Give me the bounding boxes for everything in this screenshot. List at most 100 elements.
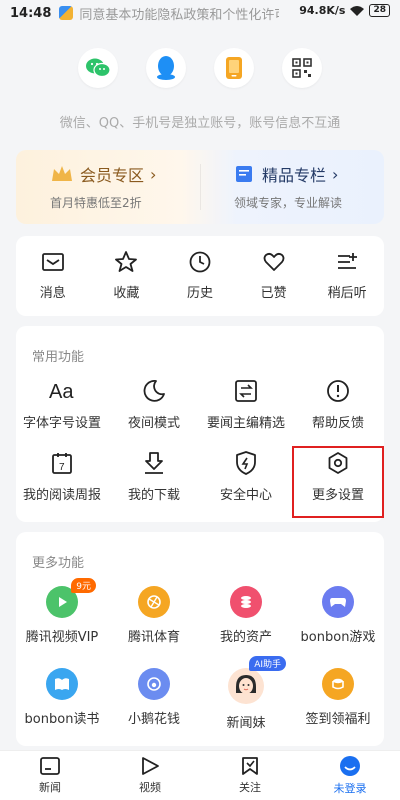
- section-title: 更多功能: [32, 556, 85, 571]
- grid-item-label: 更多设置: [311, 488, 364, 503]
- editor-picks[interactable]: 要闻主编精选: [200, 374, 292, 446]
- quick-item-message[interactable]: 消息: [21, 250, 85, 301]
- alert-icon: [327, 380, 349, 402]
- qrcode-icon: [292, 58, 312, 78]
- premium-column-subtitle: 领域专家，专业解读: [234, 196, 343, 210]
- section-title: 常用功能: [32, 350, 85, 365]
- grid-item-label: 我的下载: [127, 488, 180, 503]
- status-bar: 14:48 同意基本功能隐私政策和个性化许可协议 94.8K/s 28: [0, 0, 400, 26]
- tab-video[interactable]: 视频: [100, 751, 200, 800]
- tab-label: 视频: [139, 781, 161, 794]
- sports-icon: [138, 586, 170, 618]
- gift-coins-icon: [322, 668, 354, 700]
- shield-icon: [236, 451, 256, 475]
- qq-login-button[interactable]: [146, 48, 186, 88]
- network-speed: 94.8K/s: [299, 4, 346, 17]
- login-hint-text: 微信、QQ、手机号是独立账号，账号信息不互通: [59, 116, 341, 131]
- message-icon: [41, 253, 64, 271]
- grid-item-label: bonbon游戏: [300, 630, 376, 645]
- my-assets[interactable]: 我的资产: [200, 582, 292, 654]
- calendar-icon: 7: [52, 453, 72, 474]
- premium-column-entry[interactable]: 精品专栏 › 领域专家，专业解读: [200, 150, 384, 224]
- status-time: 14:48: [10, 5, 52, 21]
- qrcode-login-button[interactable]: [282, 48, 322, 88]
- font-icon: Aa: [49, 381, 74, 403]
- user-icon: [340, 756, 360, 776]
- tab-label: 新闻: [39, 781, 61, 794]
- app-notification-icon: [59, 6, 74, 20]
- crown-icon: [52, 166, 72, 181]
- common-functions-card: 常用功能 Aa 字体字号设置 夜间模式 要闻主编精选 帮助反馈 7 我的阅读周报…: [16, 326, 384, 522]
- more-settings[interactable]: 更多设置: [292, 446, 384, 518]
- login-methods: [0, 48, 400, 88]
- quick-item-listen-later[interactable]: 稍后听: [315, 250, 379, 301]
- grid-item-label: 小鹅花钱: [127, 712, 180, 727]
- status-notification-text: 同意基本功能隐私政策和个性化许可协议: [79, 7, 279, 23]
- my-downloads[interactable]: 我的下载: [108, 446, 200, 518]
- wechat-login-button[interactable]: [78, 48, 118, 88]
- heart-icon: [263, 252, 284, 271]
- help-feedback[interactable]: 帮助反馈: [292, 374, 384, 446]
- quick-item-liked[interactable]: 已赞: [242, 250, 306, 301]
- chevron-right-icon: ›: [332, 164, 339, 184]
- phone-icon: [226, 57, 242, 79]
- svg-text:Aa: Aa: [49, 381, 74, 403]
- grid-item-label: 我的阅读周报: [22, 488, 101, 503]
- price-badge: 9元: [71, 578, 96, 593]
- quick-item-label: 消息: [39, 286, 66, 301]
- tencent-video-vip[interactable]: 9元 腾讯视频VIP: [16, 578, 108, 654]
- bonbon-games[interactable]: bonbon游戏: [292, 582, 384, 654]
- star-icon: [115, 251, 138, 272]
- grid-item-label: 新闻妹: [226, 716, 266, 731]
- follow-icon: [242, 757, 258, 775]
- bonbon-reading[interactable]: bonbon读书: [16, 664, 108, 736]
- vip-zone-subtitle: 首月特惠低至2折: [50, 196, 142, 210]
- tab-not-logged-in[interactable]: 未登录: [300, 751, 400, 800]
- grid-item-label: 腾讯体育: [127, 630, 180, 645]
- svg-text:7: 7: [59, 462, 65, 473]
- video-icon: [142, 757, 159, 775]
- goose-wallet-icon: [138, 668, 170, 700]
- grid-item-label: 腾讯视频VIP: [25, 630, 99, 645]
- quick-item-favorites[interactable]: 收藏: [94, 250, 158, 301]
- grid-item-label: 签到领福利: [305, 712, 371, 727]
- grid-item-label: 安全中心: [219, 488, 272, 503]
- news-girl-avatar: AI助手: [228, 656, 286, 704]
- grid-item-label: 字体字号设置: [22, 416, 101, 431]
- tab-news[interactable]: 新闻: [0, 751, 100, 800]
- download-icon: [145, 452, 163, 474]
- font-size-setting[interactable]: Aa 字体字号设置: [16, 374, 108, 446]
- news-girl-assistant[interactable]: AI助手 新闻妹: [200, 656, 292, 736]
- swap-icon: [235, 380, 257, 402]
- settings-icon: [328, 452, 348, 474]
- quick-item-label: 稍后听: [327, 286, 367, 301]
- vip-zone-entry[interactable]: 会员专区 › 首月特惠低至2折: [16, 150, 200, 224]
- ai-assistant-badge: AI助手: [249, 656, 286, 671]
- quick-item-label: 已赞: [260, 286, 287, 301]
- tab-label: 未登录: [333, 782, 367, 795]
- news-icon: [40, 757, 60, 775]
- chevron-right-icon: ›: [150, 164, 157, 184]
- status-right-group: 94.8K/s 28: [299, 4, 390, 17]
- reading-weekly-report[interactable]: 7 我的阅读周报: [16, 446, 108, 518]
- night-mode[interactable]: 夜间模式: [108, 374, 200, 446]
- vip-zone-title: 会员专区: [80, 166, 145, 185]
- goose-wallet[interactable]: 小鹅花钱: [108, 664, 200, 736]
- sign-in-rewards[interactable]: 签到领福利: [292, 664, 384, 736]
- wechat-icon: [86, 58, 111, 78]
- tab-label: 关注: [239, 781, 261, 794]
- premium-column-title: 精品专栏: [262, 166, 327, 185]
- grid-item-label: 我的资产: [219, 630, 272, 645]
- grid-item-label: 夜间模式: [127, 416, 180, 431]
- phone-login-button[interactable]: [214, 48, 254, 88]
- battery-indicator: 28: [369, 4, 390, 17]
- vip-column-card: 会员专区 › 首月特惠低至2折 精品专栏 › 领域专家，专业解读: [16, 150, 384, 224]
- grid-item-label: 帮助反馈: [311, 416, 364, 431]
- quick-item-history[interactable]: 历史: [168, 250, 232, 301]
- gamepad-icon: [322, 586, 354, 618]
- column-book-icon: [236, 166, 252, 182]
- tencent-sports[interactable]: 腾讯体育: [108, 582, 200, 654]
- security-center[interactable]: 安全中心: [200, 446, 292, 518]
- quick-actions-card: 消息 收藏 历史 已赞 稍后听: [16, 236, 384, 316]
- tab-follow[interactable]: 关注: [200, 751, 300, 800]
